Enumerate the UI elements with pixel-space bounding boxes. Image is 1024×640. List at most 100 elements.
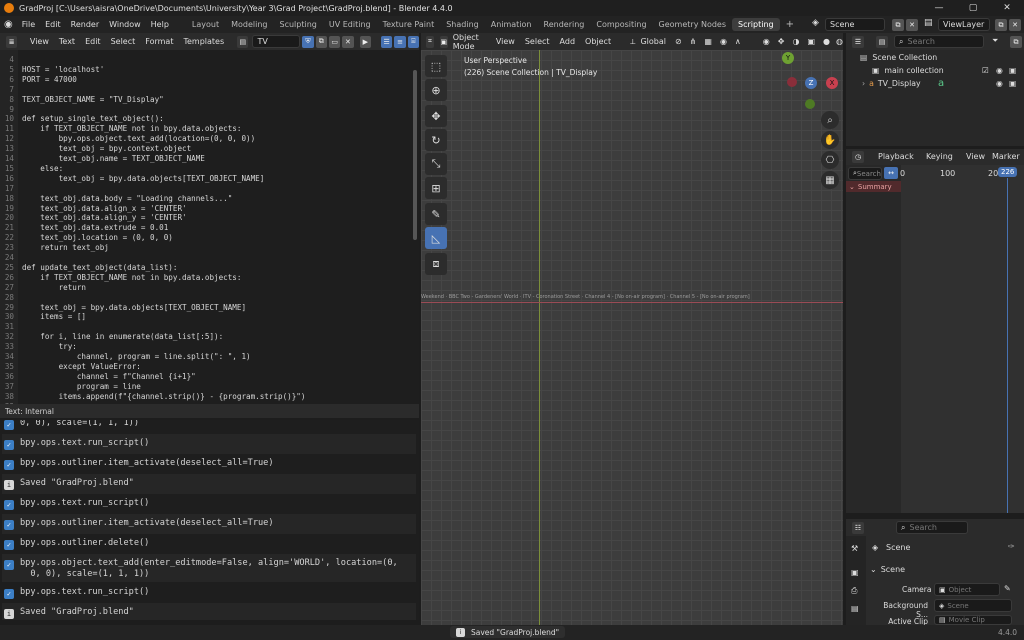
outliner-editor-type-icon[interactable]: ☰ [852, 36, 864, 48]
vp-menu-view[interactable]: View [491, 37, 520, 46]
new-view-layer-icon[interactable]: ⧉ [995, 19, 1007, 31]
blender-menu-icon[interactable]: ◉ [4, 19, 13, 30]
text-browse-icon[interactable]: ▤ [237, 35, 249, 48]
gizmo-neg-x-axis[interactable] [787, 77, 797, 87]
tab-scripting[interactable]: Scripting [732, 18, 780, 31]
properties-editor-type-icon[interactable]: ☷ [852, 522, 864, 534]
log-entry[interactable]: ✓ 0, 0), scale=(1, 1, 1)) [2, 420, 416, 434]
log-entry[interactable]: ✓ bpy.ops.object.text_add(enter_editmode=… [2, 554, 416, 582]
marker-menu[interactable]: Marker [992, 152, 1020, 161]
code-line[interactable]: 34 channel, program = line.split(": ", 1… [0, 352, 251, 362]
menu-window[interactable]: Window [104, 20, 146, 29]
log-entry[interactable]: ✓ bpy.ops.text.run_script() [2, 494, 416, 514]
summary-channel[interactable]: ⌄ Summary [846, 181, 901, 192]
outliner-item-main-collection[interactable]: ▣ main collection ☑ ◉ ▣ [872, 64, 1020, 77]
scale-tool-icon[interactable]: ⤡ [425, 153, 447, 175]
code-line[interactable]: 35 except ValueError: [0, 362, 141, 372]
sync-toggle-icon[interactable]: ↔ [884, 167, 898, 179]
pin-icon[interactable]: ✑ [1008, 542, 1015, 551]
outliner-item-scene-collection[interactable]: ▤ Scene Collection [860, 51, 937, 64]
camera-view-icon[interactable]: ⎔ [821, 151, 839, 169]
menu-file[interactable]: File [17, 20, 40, 29]
rotate-tool-icon[interactable]: ↻ [425, 129, 447, 151]
log-entry[interactable]: ✓ bpy.ops.text.run_script() [2, 583, 416, 603]
snap-icon[interactable]: ⋔ [690, 37, 697, 46]
active-clip-field[interactable]: ▤ Movie Clip [934, 615, 1012, 625]
viewport-editor-type-icon[interactable]: ⌗ [426, 35, 434, 48]
shading-solid-icon[interactable]: ● [823, 37, 830, 46]
unlink-text-icon[interactable]: ✕ [342, 35, 354, 48]
code-line[interactable]: 11 if TEXT_OBJECT_NAME not in bpy.data.o… [0, 124, 242, 134]
log-entry[interactable]: ✓ bpy.ops.outliner.item_activate(deselect… [2, 514, 416, 534]
background-scene-field[interactable]: ◈ Scene [934, 599, 1012, 612]
close-button[interactable]: ✕ [990, 0, 1024, 16]
code-line[interactable]: 30 items = [] [0, 312, 86, 322]
properties-search-input[interactable]: ⌕ Search [896, 521, 968, 534]
log-entry[interactable]: ✓ bpy.ops.outliner.delete() [2, 534, 416, 554]
code-line[interactable]: 10 def setup_single_text_object(): [0, 114, 164, 124]
gizmo-neg-y-axis[interactable] [805, 99, 815, 109]
perspective-toggle-icon[interactable]: ▦ [821, 171, 839, 189]
pivot-icon[interactable]: ⊘ [675, 37, 682, 46]
code-line[interactable]: 25 def update_text_object(data_list): [0, 263, 178, 273]
open-text-icon[interactable]: ▭ [328, 35, 341, 48]
transform-tool-icon[interactable]: ⊞ [425, 177, 447, 199]
code-line[interactable]: 36 channel = f"Channel {i+1}" [0, 372, 196, 382]
fake-user-shield-icon[interactable]: ⛨ [302, 35, 314, 48]
code-line[interactable]: 27 return [0, 283, 86, 293]
outliner-item-tv-display[interactable]: › a TV_Display a ◉ ▣ [862, 77, 1020, 90]
code-line[interactable]: 6 PORT = 47000 [0, 75, 76, 85]
te-menu-format[interactable]: Format [140, 37, 178, 46]
code-line[interactable]: 37 program = line [0, 382, 141, 392]
render-camera-icon[interactable]: ▣ [1009, 79, 1016, 88]
code-line[interactable]: 9 [0, 105, 22, 115]
cursor-tool-icon[interactable]: ⊕ [425, 79, 447, 101]
tab-layout[interactable]: Layout [186, 18, 225, 31]
timeline-ruler-area[interactable] [901, 165, 1024, 513]
tab-animation[interactable]: Animation [485, 18, 538, 31]
menu-help[interactable]: Help [146, 20, 174, 29]
scene-selector[interactable]: Scene [825, 18, 885, 31]
keying-menu[interactable]: Keying [926, 152, 953, 161]
code-line[interactable]: 24 [0, 253, 22, 263]
code-line[interactable]: 4 [0, 55, 22, 65]
playback-menu[interactable]: Playback [878, 152, 914, 161]
tab-modeling[interactable]: Modeling [225, 18, 273, 31]
select-box-tool-icon[interactable]: ⬚ [425, 55, 447, 77]
vp-menu-add[interactable]: Add [555, 37, 581, 46]
gizmo-toggle-icon[interactable]: ✥ [778, 37, 785, 46]
tool-tab-icon[interactable]: ⚒ [851, 544, 858, 553]
duplicate-text-icon[interactable]: ⧉ [315, 35, 327, 48]
code-area[interactable]: 4 5 HOST = 'localhost' 6 PORT = 47000 7 8 TEXT_… [0, 50, 411, 404]
code-line[interactable]: 8 TEXT_OBJECT_NAME = "TV_Display" [0, 95, 163, 105]
camera-field[interactable]: ▣ Object [934, 583, 1000, 596]
vp-menu-select[interactable]: Select [520, 37, 555, 46]
editor-type-icon[interactable]: ≣ [6, 35, 18, 48]
log-entry[interactable]: i Saved "GradProj.blend" [2, 474, 416, 494]
xray-toggle-icon[interactable]: ▣ [807, 37, 815, 46]
proportional-edit-icon[interactable]: ◉ [720, 37, 727, 46]
menu-edit[interactable]: Edit [40, 20, 66, 29]
code-line[interactable]: 14 text_obj.name = TEXT_OBJECT_NAME [0, 154, 205, 164]
move-tool-icon[interactable]: ✥ [425, 105, 447, 127]
text-datablock-field[interactable]: TV [252, 35, 301, 48]
vp-menu-object[interactable]: Object [580, 37, 616, 46]
3d-viewport[interactable]: Weekend · BBC Two - Gardeners' World · I… [421, 50, 843, 625]
code-line[interactable]: 26 if TEXT_OBJECT_NAME not in bpy.data.o… [0, 273, 242, 283]
delete-scene-icon[interactable]: ✕ [906, 19, 918, 31]
te-menu-templates[interactable]: Templates [178, 37, 229, 46]
visibility-icon[interactable]: ◉ [763, 37, 770, 46]
tab-shading[interactable]: Shading [440, 18, 485, 31]
output-tab-icon[interactable]: ⎙ [851, 586, 857, 596]
pan-hand-icon[interactable]: ✋ [821, 131, 839, 149]
minimize-button[interactable]: — [922, 0, 956, 16]
code-line[interactable]: 5 HOST = 'localhost' [0, 65, 104, 75]
tab-sculpting[interactable]: Sculpting [274, 18, 323, 31]
te-menu-text[interactable]: Text [54, 37, 80, 46]
filter-icon[interactable]: ⏷ [992, 36, 998, 46]
timeline-search-input[interactable]: ⌕ Search [848, 167, 882, 180]
overlay-toggle-icon[interactable]: ◑ [792, 37, 799, 46]
shading-material-icon[interactable]: ◍ [836, 37, 843, 46]
annotate-tool-icon[interactable]: ✎ [425, 203, 447, 225]
code-line[interactable]: 33 try: [0, 342, 77, 352]
